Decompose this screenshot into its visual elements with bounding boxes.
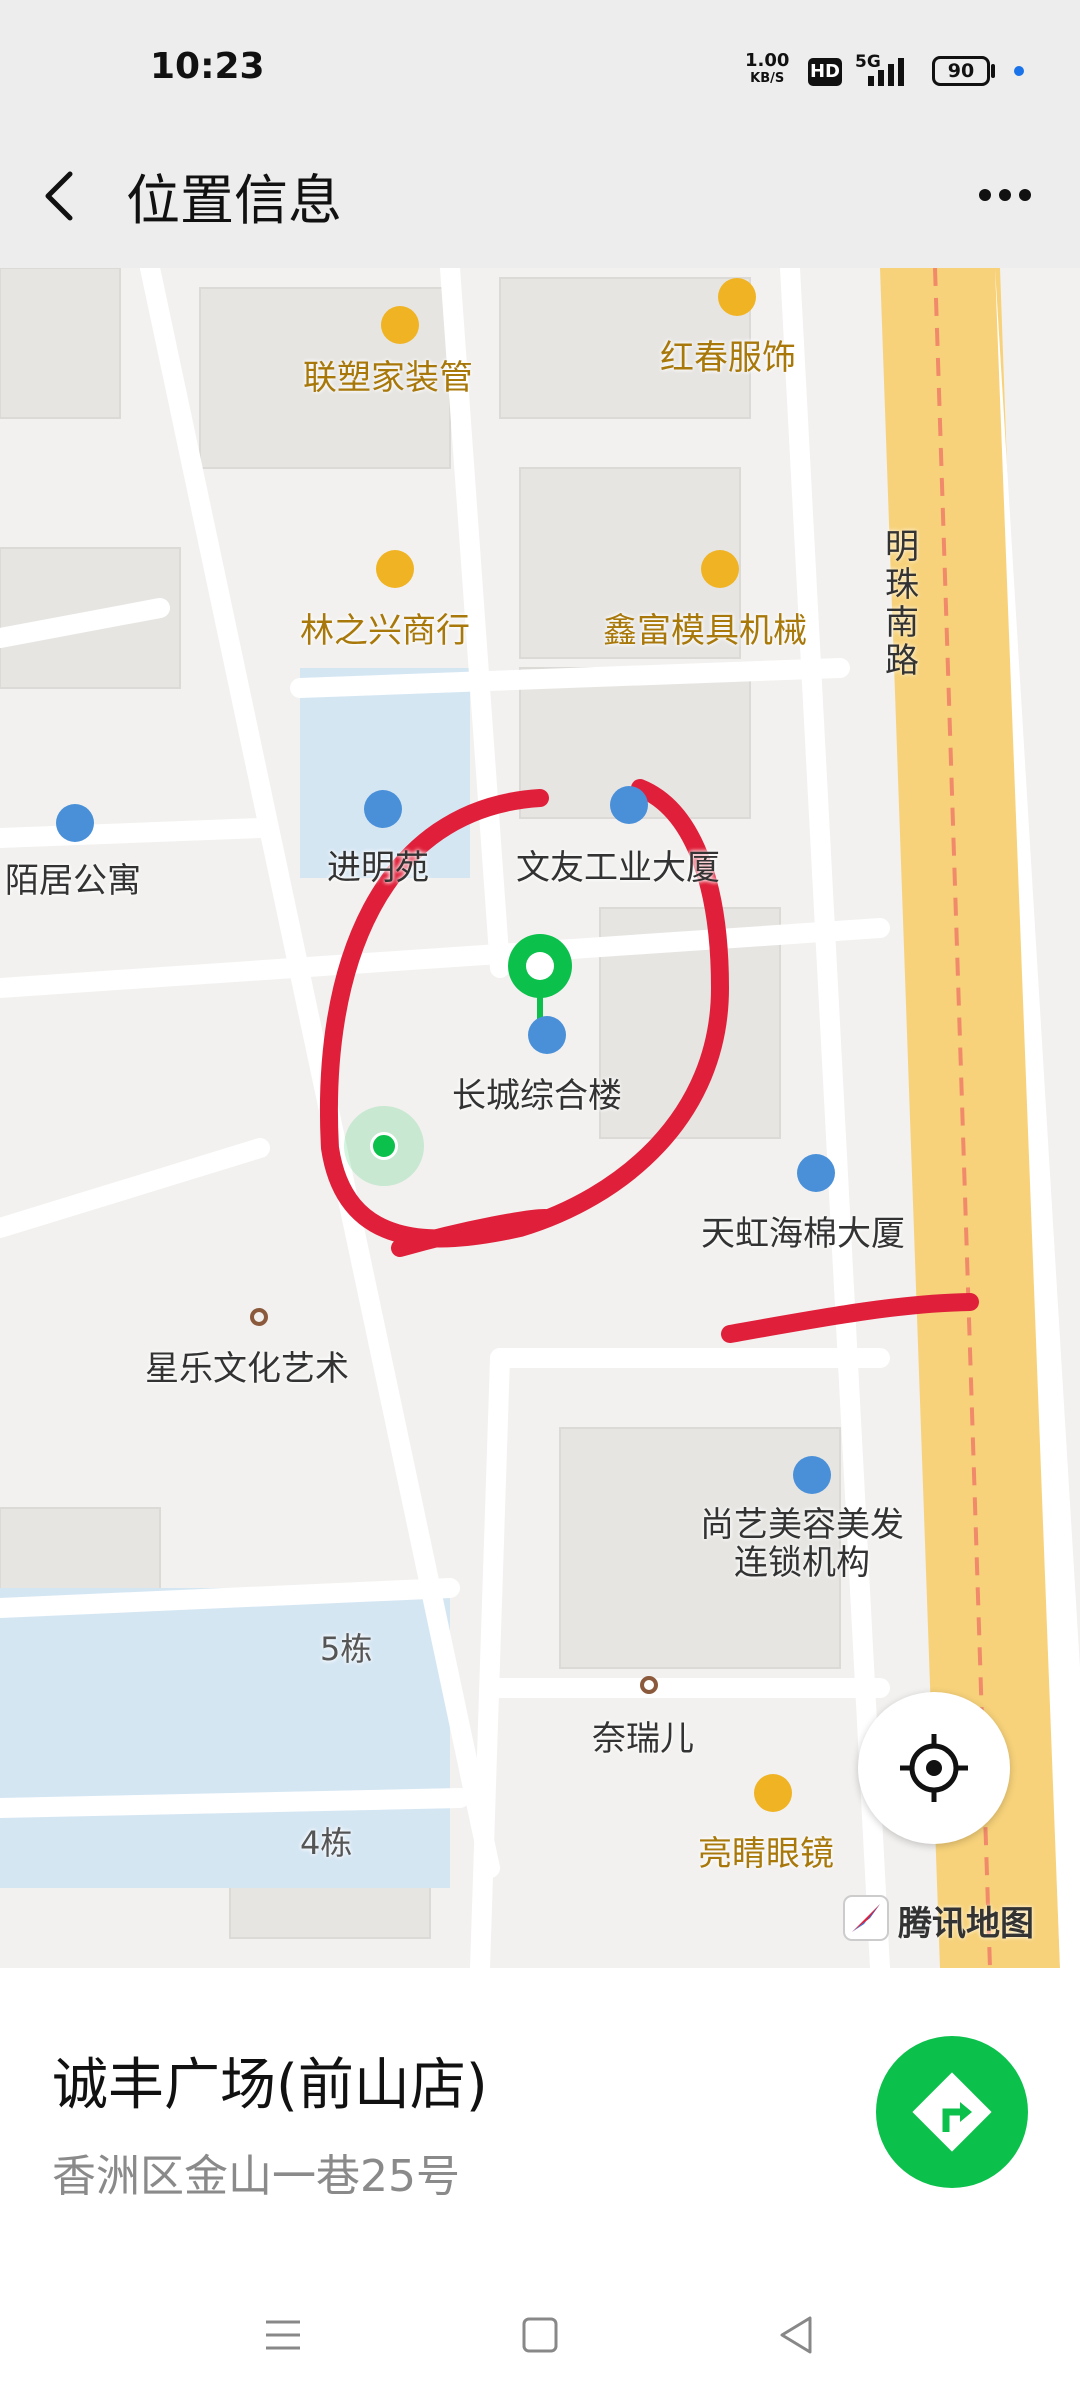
scissors-icon bbox=[793, 1456, 831, 1494]
building-icon bbox=[528, 1016, 566, 1054]
poi-label[interactable]: 亮睛眼镜 bbox=[698, 1826, 834, 1875]
more-horizontal-icon bbox=[979, 189, 1031, 201]
back-button[interactable] bbox=[30, 160, 100, 232]
current-location-dot bbox=[370, 1132, 398, 1160]
battery-cap bbox=[991, 64, 995, 78]
map-view[interactable]: 明珠南路 联塑家装管 红春服饰 林之兴商行 鑫富模具机械 陌居公寓 进明苑 文友… bbox=[0, 268, 1080, 1968]
poi-label[interactable]: 红春服饰 bbox=[660, 330, 796, 379]
shop-icon bbox=[701, 550, 739, 588]
signal-icon bbox=[868, 58, 914, 86]
location-pin-icon bbox=[508, 934, 572, 1050]
poi-label[interactable]: 陌居公寓 bbox=[5, 853, 141, 902]
page-title: 位置信息 bbox=[126, 169, 342, 232]
navigate-arrow-icon bbox=[912, 2072, 992, 2152]
poi-label[interactable]: 星乐文化艺术 bbox=[145, 1341, 349, 1390]
dot-icon bbox=[640, 1676, 658, 1694]
building-number-label: 5栋 bbox=[320, 1630, 373, 1668]
menu-icon[interactable] bbox=[258, 2310, 308, 2360]
shop-icon bbox=[376, 550, 414, 588]
map-logo-text: 腾讯地图 bbox=[898, 1904, 1034, 1944]
system-nav-bar bbox=[0, 2270, 1080, 2400]
building-number-label: 4栋 bbox=[300, 1824, 353, 1862]
locate-button[interactable] bbox=[858, 1692, 1010, 1844]
navigate-button[interactable] bbox=[876, 2036, 1028, 2188]
hotel-icon bbox=[56, 804, 94, 842]
place-name: 诚丰广场(前山店) bbox=[52, 2053, 488, 2118]
shop-icon bbox=[754, 1774, 792, 1812]
road-label: 明珠南路 bbox=[885, 527, 919, 681]
place-address: 香洲区金山一巷25号 bbox=[52, 2151, 460, 2202]
status-time: 10:23 bbox=[150, 46, 265, 87]
crosshair-icon bbox=[900, 1734, 968, 1802]
tencent-map-logo-icon bbox=[843, 1895, 889, 1941]
poi-label[interactable]: 长城综合楼 bbox=[452, 1068, 622, 1117]
more-button[interactable] bbox=[960, 165, 1050, 225]
hd-badge: HD bbox=[808, 58, 842, 86]
poi-label[interactable]: 联塑家装管 bbox=[303, 350, 473, 399]
home-icon bbox=[364, 790, 402, 828]
poi-label[interactable]: 鑫富模具机械 bbox=[603, 603, 807, 652]
poi-label[interactable]: 奈瑞儿 bbox=[592, 1711, 694, 1760]
poi-label[interactable]: 文友工业大厦 bbox=[516, 840, 720, 889]
dot-icon bbox=[250, 1308, 268, 1326]
network-speed: 1.00 KB/S bbox=[745, 52, 789, 88]
battery-icon: 90 bbox=[932, 56, 990, 86]
building-icon bbox=[610, 786, 648, 824]
building-icon bbox=[797, 1154, 835, 1192]
notification-dot bbox=[1014, 66, 1024, 76]
poi-label[interactable]: 尚艺美容美发 连锁机构 bbox=[700, 1506, 904, 1582]
network-speed-value: 1.00 bbox=[745, 50, 790, 71]
square-home-icon[interactable] bbox=[515, 2310, 565, 2360]
poi-label[interactable]: 进明苑 bbox=[327, 840, 429, 889]
map-logo: 腾讯地图 bbox=[842, 1890, 1058, 1944]
triangle-back-icon[interactable] bbox=[772, 2310, 822, 2360]
shop-icon bbox=[718, 278, 756, 316]
poi-label[interactable]: 林之兴商行 bbox=[300, 603, 470, 652]
network-speed-unit: KB/S bbox=[750, 71, 785, 86]
poi-label[interactable]: 天虹海棉大厦 bbox=[701, 1206, 905, 1255]
chevron-left-icon bbox=[45, 171, 73, 221]
shop-icon bbox=[381, 306, 419, 344]
